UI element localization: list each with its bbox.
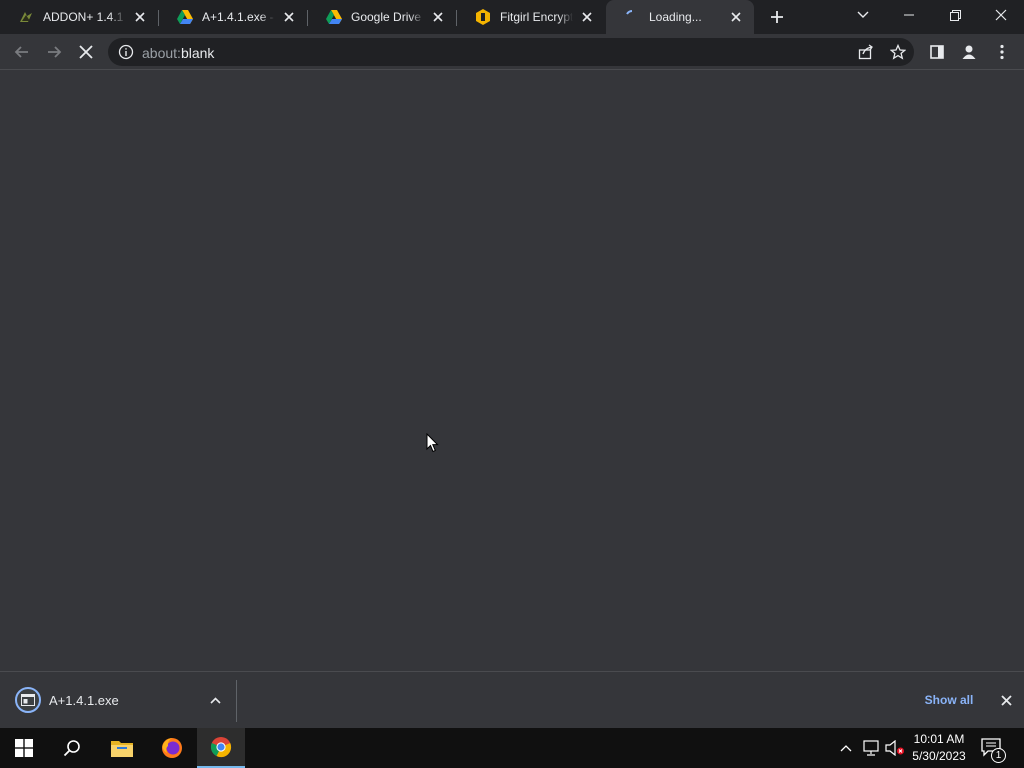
profile-button[interactable] <box>954 37 984 67</box>
tab-google-drive[interactable]: Google Drive - D <box>308 0 456 34</box>
tab-fitgirl[interactable]: Fitgirl Encrypted <box>457 0 605 34</box>
chevron-down-icon <box>857 11 869 18</box>
clock-date: 5/30/2023 <box>912 749 966 763</box>
tab-addon[interactable]: ADDON+ 1.4.1 ( <box>0 0 158 34</box>
back-arrow-icon <box>14 46 28 58</box>
google-drive-icon <box>177 9 193 25</box>
windows-logo-icon <box>15 739 33 757</box>
file-explorer-button[interactable] <box>98 728 146 768</box>
download-filename: A+1.4.1.exe <box>49 692 119 708</box>
windows-taskbar: 10:01 AM 5/30/2023 1 <box>0 728 1024 768</box>
mouse-cursor-icon <box>426 432 439 456</box>
exe-file-icon <box>15 687 41 713</box>
tab-title: Google Drive - D <box>351 10 424 24</box>
close-tab-icon[interactable] <box>281 9 297 25</box>
restore-icon <box>949 9 961 21</box>
close-tab-icon[interactable] <box>579 9 595 25</box>
tab-title: Fitgirl Encrypted <box>500 10 573 24</box>
share-icon[interactable] <box>856 42 876 62</box>
chevron-up-icon[interactable] <box>205 690 225 710</box>
clock-time: 10:01 AM <box>913 732 965 746</box>
url-host: blank <box>180 45 215 61</box>
stop-icon <box>79 45 93 59</box>
chrome-icon <box>210 737 232 758</box>
side-panel-icon <box>930 45 944 59</box>
tab-strip: ADDON+ 1.4.1 ( A+1.4.1.exe - Go Google D… <box>0 0 1024 34</box>
search-icon <box>63 740 80 757</box>
forward-arrow-icon <box>48 46 62 58</box>
side-panel-button[interactable] <box>922 37 952 67</box>
volume-button[interactable] <box>884 728 906 768</box>
plus-icon <box>771 11 783 23</box>
folder-icon <box>111 741 133 757</box>
minimize-icon <box>904 14 914 16</box>
fitgirl-favicon-icon <box>475 9 491 25</box>
stop-loading-button[interactable] <box>71 37 101 67</box>
browser-toolbar: about:blank <box>0 34 1024 70</box>
firefox-button[interactable] <box>148 728 196 768</box>
download-item[interactable]: A+1.4.1.exe <box>8 680 233 720</box>
search-button[interactable] <box>48 728 96 768</box>
tab-title: Loading... <box>649 10 702 24</box>
url-text: about:blank <box>142 45 214 61</box>
firefox-icon <box>162 738 182 758</box>
notification-count-badge: 1 <box>991 748 1006 763</box>
network-icon <box>863 740 879 756</box>
tab-title: ADDON+ 1.4.1 ( <box>43 10 126 24</box>
tab-title: A+1.4.1.exe - Go <box>202 10 275 24</box>
show-hidden-icons-button[interactable] <box>836 728 856 768</box>
bookmark-star-icon[interactable] <box>888 42 908 62</box>
back-button[interactable] <box>7 37 37 67</box>
addon-favicon-icon <box>18 9 34 25</box>
chrome-button[interactable] <box>197 728 245 768</box>
close-icon <box>995 9 1007 21</box>
volume-muted-icon <box>885 740 904 756</box>
profile-icon <box>962 45 976 59</box>
address-bar[interactable]: about:blank <box>108 38 914 66</box>
download-shelf: A+1.4.1.exe Show all <box>0 671 1024 728</box>
close-icon <box>1000 694 1012 706</box>
new-tab-button[interactable] <box>765 5 789 29</box>
close-tab-icon[interactable] <box>132 9 148 25</box>
page-content <box>0 70 1024 671</box>
loading-spinner-icon <box>624 9 640 25</box>
more-vert-icon <box>1000 44 1004 60</box>
tab-a-plus-exe[interactable]: A+1.4.1.exe - Go <box>159 0 307 34</box>
shelf-divider <box>236 680 237 722</box>
restore-button[interactable] <box>932 0 978 30</box>
menu-button[interactable] <box>987 37 1017 67</box>
info-icon[interactable] <box>118 44 134 63</box>
chevron-up-icon <box>840 744 852 751</box>
start-button[interactable] <box>0 728 48 768</box>
minimize-button[interactable] <box>886 0 932 30</box>
close-window-button[interactable] <box>978 0 1024 30</box>
google-drive-icon <box>326 9 342 25</box>
tab-loading[interactable]: Loading... <box>606 0 754 34</box>
close-tab-icon[interactable] <box>430 9 446 25</box>
url-scheme: about: <box>142 45 181 61</box>
tab-search-button[interactable] <box>840 0 886 30</box>
system-clock[interactable]: 10:01 AM 5/30/2023 <box>908 731 970 765</box>
show-all-button[interactable]: Show all <box>912 690 986 710</box>
network-button[interactable] <box>860 728 882 768</box>
forward-button[interactable] <box>39 37 69 67</box>
close-shelf-button[interactable] <box>996 690 1016 710</box>
close-tab-icon[interactable] <box>728 9 744 25</box>
